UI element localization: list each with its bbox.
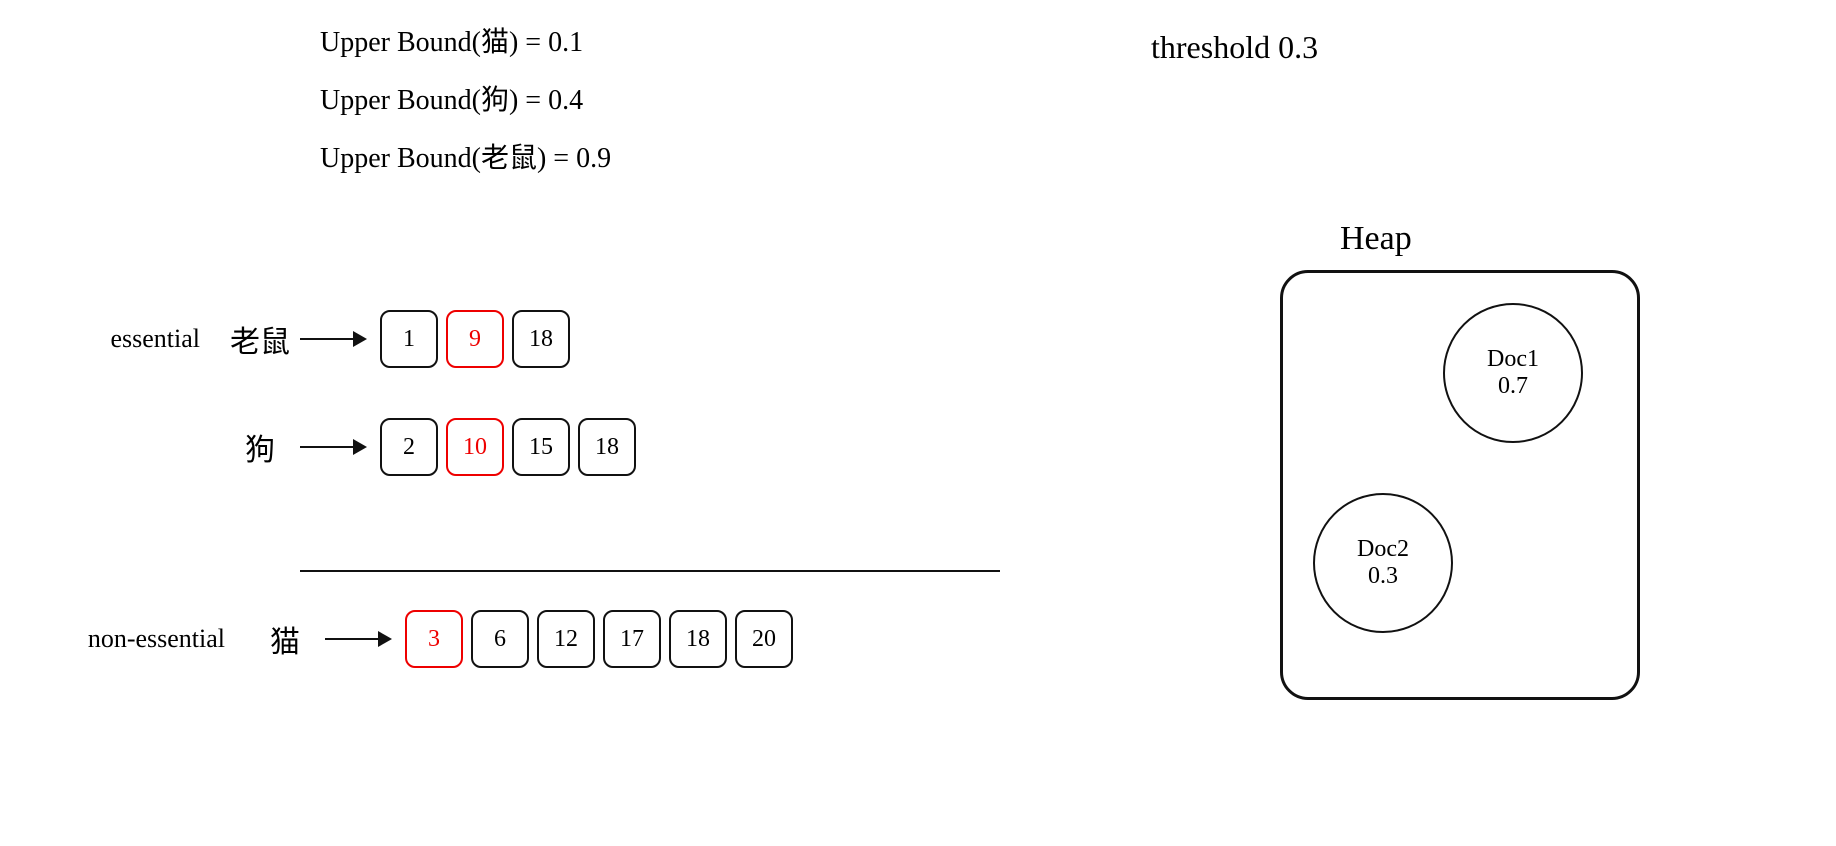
gou-row: 狗 2 10 15 18 <box>60 418 1100 476</box>
heap-doc2-score: 0.3 <box>1368 563 1398 590</box>
mao-box-6: 6 <box>471 610 529 668</box>
upper-bounds-section: Upper Bound(猫) = 0.1 Upper Bound(狗) = 0.… <box>320 20 611 194</box>
gou-arrow <box>300 439 380 455</box>
heap-doc2-name: Doc2 <box>1357 536 1409 563</box>
laoshu-row: essential 老鼠 1 9 18 <box>60 310 1100 368</box>
essential-label: essential <box>60 324 220 354</box>
mao-boxes: 3 6 12 17 18 20 <box>405 610 793 668</box>
heap-doc1-name: Doc1 <box>1487 346 1539 373</box>
threshold-label: threshold 0.3 <box>1151 29 1318 66</box>
heap-doc1: Doc1 0.7 <box>1443 303 1583 443</box>
laoshu-box-18: 18 <box>512 310 570 368</box>
heap-title: Heap <box>1340 220 1640 258</box>
non-essential-section: non-essential 猫 3 6 12 17 18 20 <box>0 590 1100 708</box>
gou-box-10: 10 <box>446 418 504 476</box>
divider-line <box>300 570 1000 572</box>
gou-box-15: 15 <box>512 418 570 476</box>
mao-box-3: 3 <box>405 610 463 668</box>
gou-box-2: 2 <box>380 418 438 476</box>
gou-box-18: 18 <box>578 418 636 476</box>
non-essential-label: non-essential <box>60 624 245 654</box>
heap-section: Heap Doc1 0.7 Doc2 0.3 <box>1280 220 1640 700</box>
mao-row: non-essential 猫 3 6 12 17 18 20 <box>60 610 1100 668</box>
upper-bound-laoshu: Upper Bound(老鼠) = 0.9 <box>320 136 611 176</box>
mao-box-17: 17 <box>603 610 661 668</box>
laoshu-boxes: 1 9 18 <box>380 310 570 368</box>
heap-doc1-score: 0.7 <box>1498 373 1528 400</box>
gou-term: 狗 <box>220 425 300 469</box>
heap-container: Doc1 0.7 Doc2 0.3 <box>1280 270 1640 700</box>
laoshu-box-1: 1 <box>380 310 438 368</box>
mao-box-18: 18 <box>669 610 727 668</box>
laoshu-box-9: 9 <box>446 310 504 368</box>
gou-boxes: 2 10 15 18 <box>380 418 636 476</box>
essential-section: essential 老鼠 1 9 18 狗 2 10 15 18 <box>0 310 1100 516</box>
mao-term: 猫 <box>245 617 325 661</box>
upper-bound-gou: Upper Bound(狗) = 0.4 <box>320 78 611 118</box>
laoshu-term: 老鼠 <box>220 317 300 361</box>
heap-doc2: Doc2 0.3 <box>1313 493 1453 633</box>
mao-box-20: 20 <box>735 610 793 668</box>
mao-arrow <box>325 631 405 647</box>
laoshu-arrow <box>300 331 380 347</box>
mao-box-12: 12 <box>537 610 595 668</box>
upper-bound-mao: Upper Bound(猫) = 0.1 <box>320 20 611 60</box>
